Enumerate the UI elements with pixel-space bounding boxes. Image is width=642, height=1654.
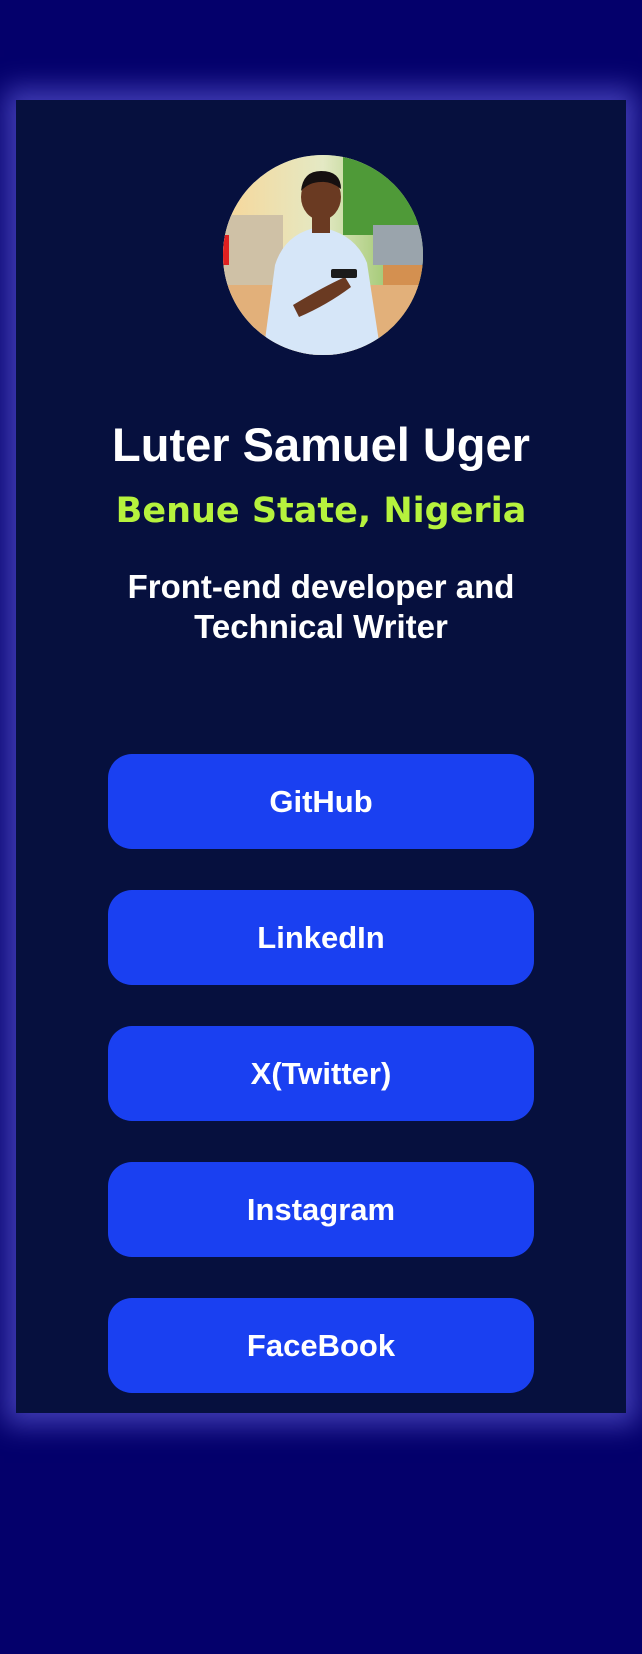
social-links: GitHub LinkedIn X(Twitter) Instagram Fac… — [108, 754, 534, 1434]
profile-location: Benue State, Nigeria — [115, 491, 527, 531]
social-link-item: FaceBook — [108, 1298, 534, 1393]
github-link-button[interactable]: GitHub — [108, 754, 534, 849]
social-link-item: GitHub — [108, 754, 534, 849]
tagline-line-1: Front-end developer and — [127, 568, 515, 605]
profile-card: Luter Samuel Uger Benue State, Nigeria F… — [16, 100, 626, 1413]
instagram-link-button[interactable]: Instagram — [108, 1162, 534, 1257]
avatar-photo — [223, 155, 423, 355]
linkedin-link-button[interactable]: LinkedIn — [108, 890, 534, 985]
profile-avatar — [223, 155, 423, 355]
social-link-item: X(Twitter) — [108, 1026, 534, 1121]
profile-name: Luter Samuel Uger — [112, 418, 530, 471]
facebook-link-button[interactable]: FaceBook — [108, 1298, 534, 1393]
tagline-line-2: Technical Writer — [194, 608, 448, 645]
twitter-link-button[interactable]: X(Twitter) — [108, 1026, 534, 1121]
profile-tagline: Front-end developer and Technical Writer — [116, 567, 526, 647]
social-link-item: Instagram — [108, 1162, 534, 1257]
social-link-item: LinkedIn — [108, 890, 534, 985]
